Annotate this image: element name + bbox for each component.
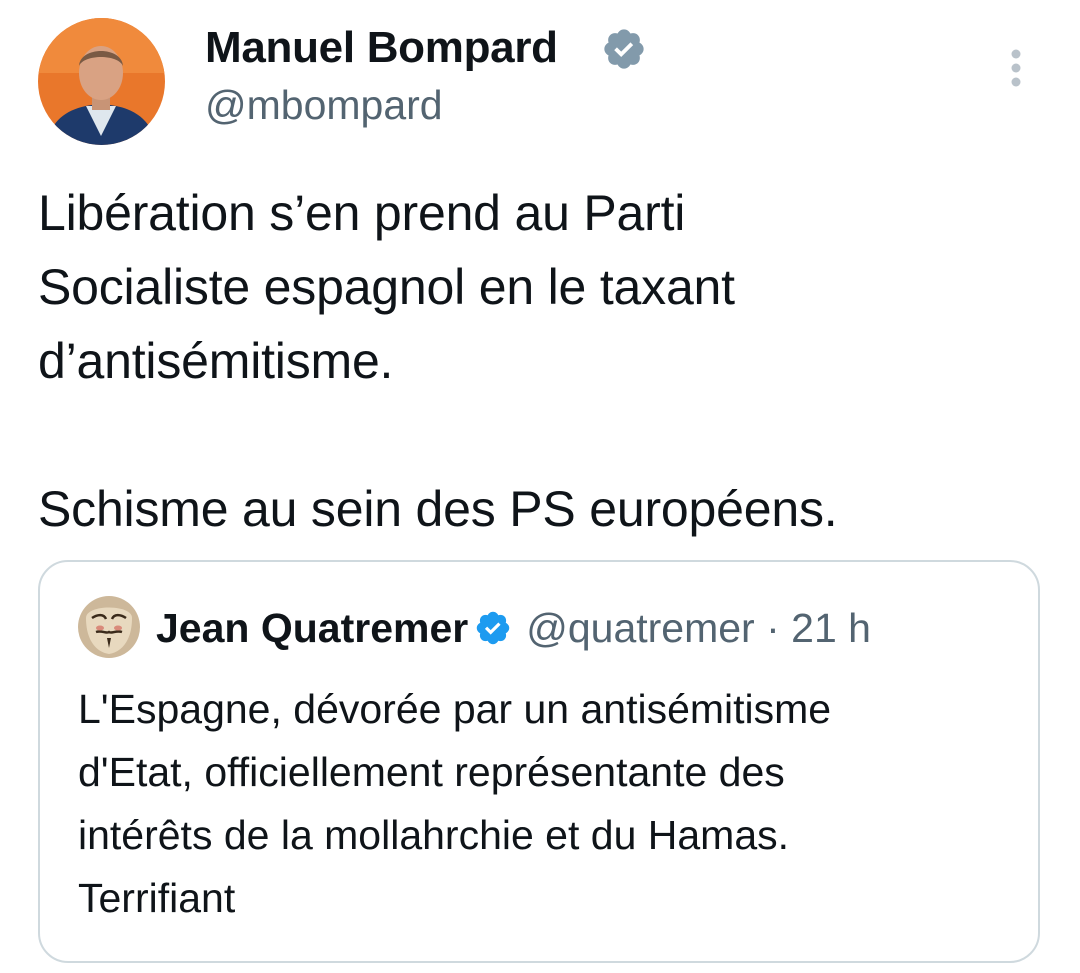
author-display-name[interactable]: Manuel Bompard [205, 22, 558, 74]
tweet-text-line: d’antisémitisme. [38, 333, 394, 389]
verified-badge-icon [476, 611, 510, 645]
quote-timestamp[interactable]: 21 h [791, 605, 871, 651]
quote-author-handle[interactable]: @quatremer [526, 605, 754, 651]
quote-header: Jean Quatremer @quatremer · 21 h [156, 602, 871, 654]
quote-author-name[interactable]: Jean Quatremer [156, 605, 468, 651]
quote-text: L'Espagne, dévorée par un antisémitisme … [78, 678, 1008, 930]
author-avatar[interactable] [38, 18, 165, 145]
tweet-text-line: Libération s’en prend au Parti [38, 185, 686, 241]
quote-author-avatar[interactable] [78, 596, 140, 658]
tweet-text-line: Socialiste espagnol en le taxant [38, 259, 735, 315]
quote-text-line: Terrifiant [78, 875, 236, 921]
quote-text-line: intérêts de la mollahrchie et du Hamas. [78, 812, 790, 858]
quote-text-line: L'Espagne, dévorée par un antisémitisme [78, 686, 832, 732]
verified-badge-icon [604, 29, 644, 69]
quote-separator: · [766, 605, 780, 651]
more-options-icon[interactable] [1001, 46, 1031, 90]
quote-text-line: d'Etat, officiellement représentante des [78, 749, 785, 795]
tweet-text: Libération s’en prend au Parti Socialist… [38, 176, 1048, 546]
quoted-tweet-card[interactable]: Jean Quatremer @quatremer · 21 h L'Espag… [38, 560, 1040, 963]
author-handle[interactable]: @mbompard [205, 80, 443, 130]
tweet-text-line: Schisme au sein des PS européens. [38, 481, 838, 537]
